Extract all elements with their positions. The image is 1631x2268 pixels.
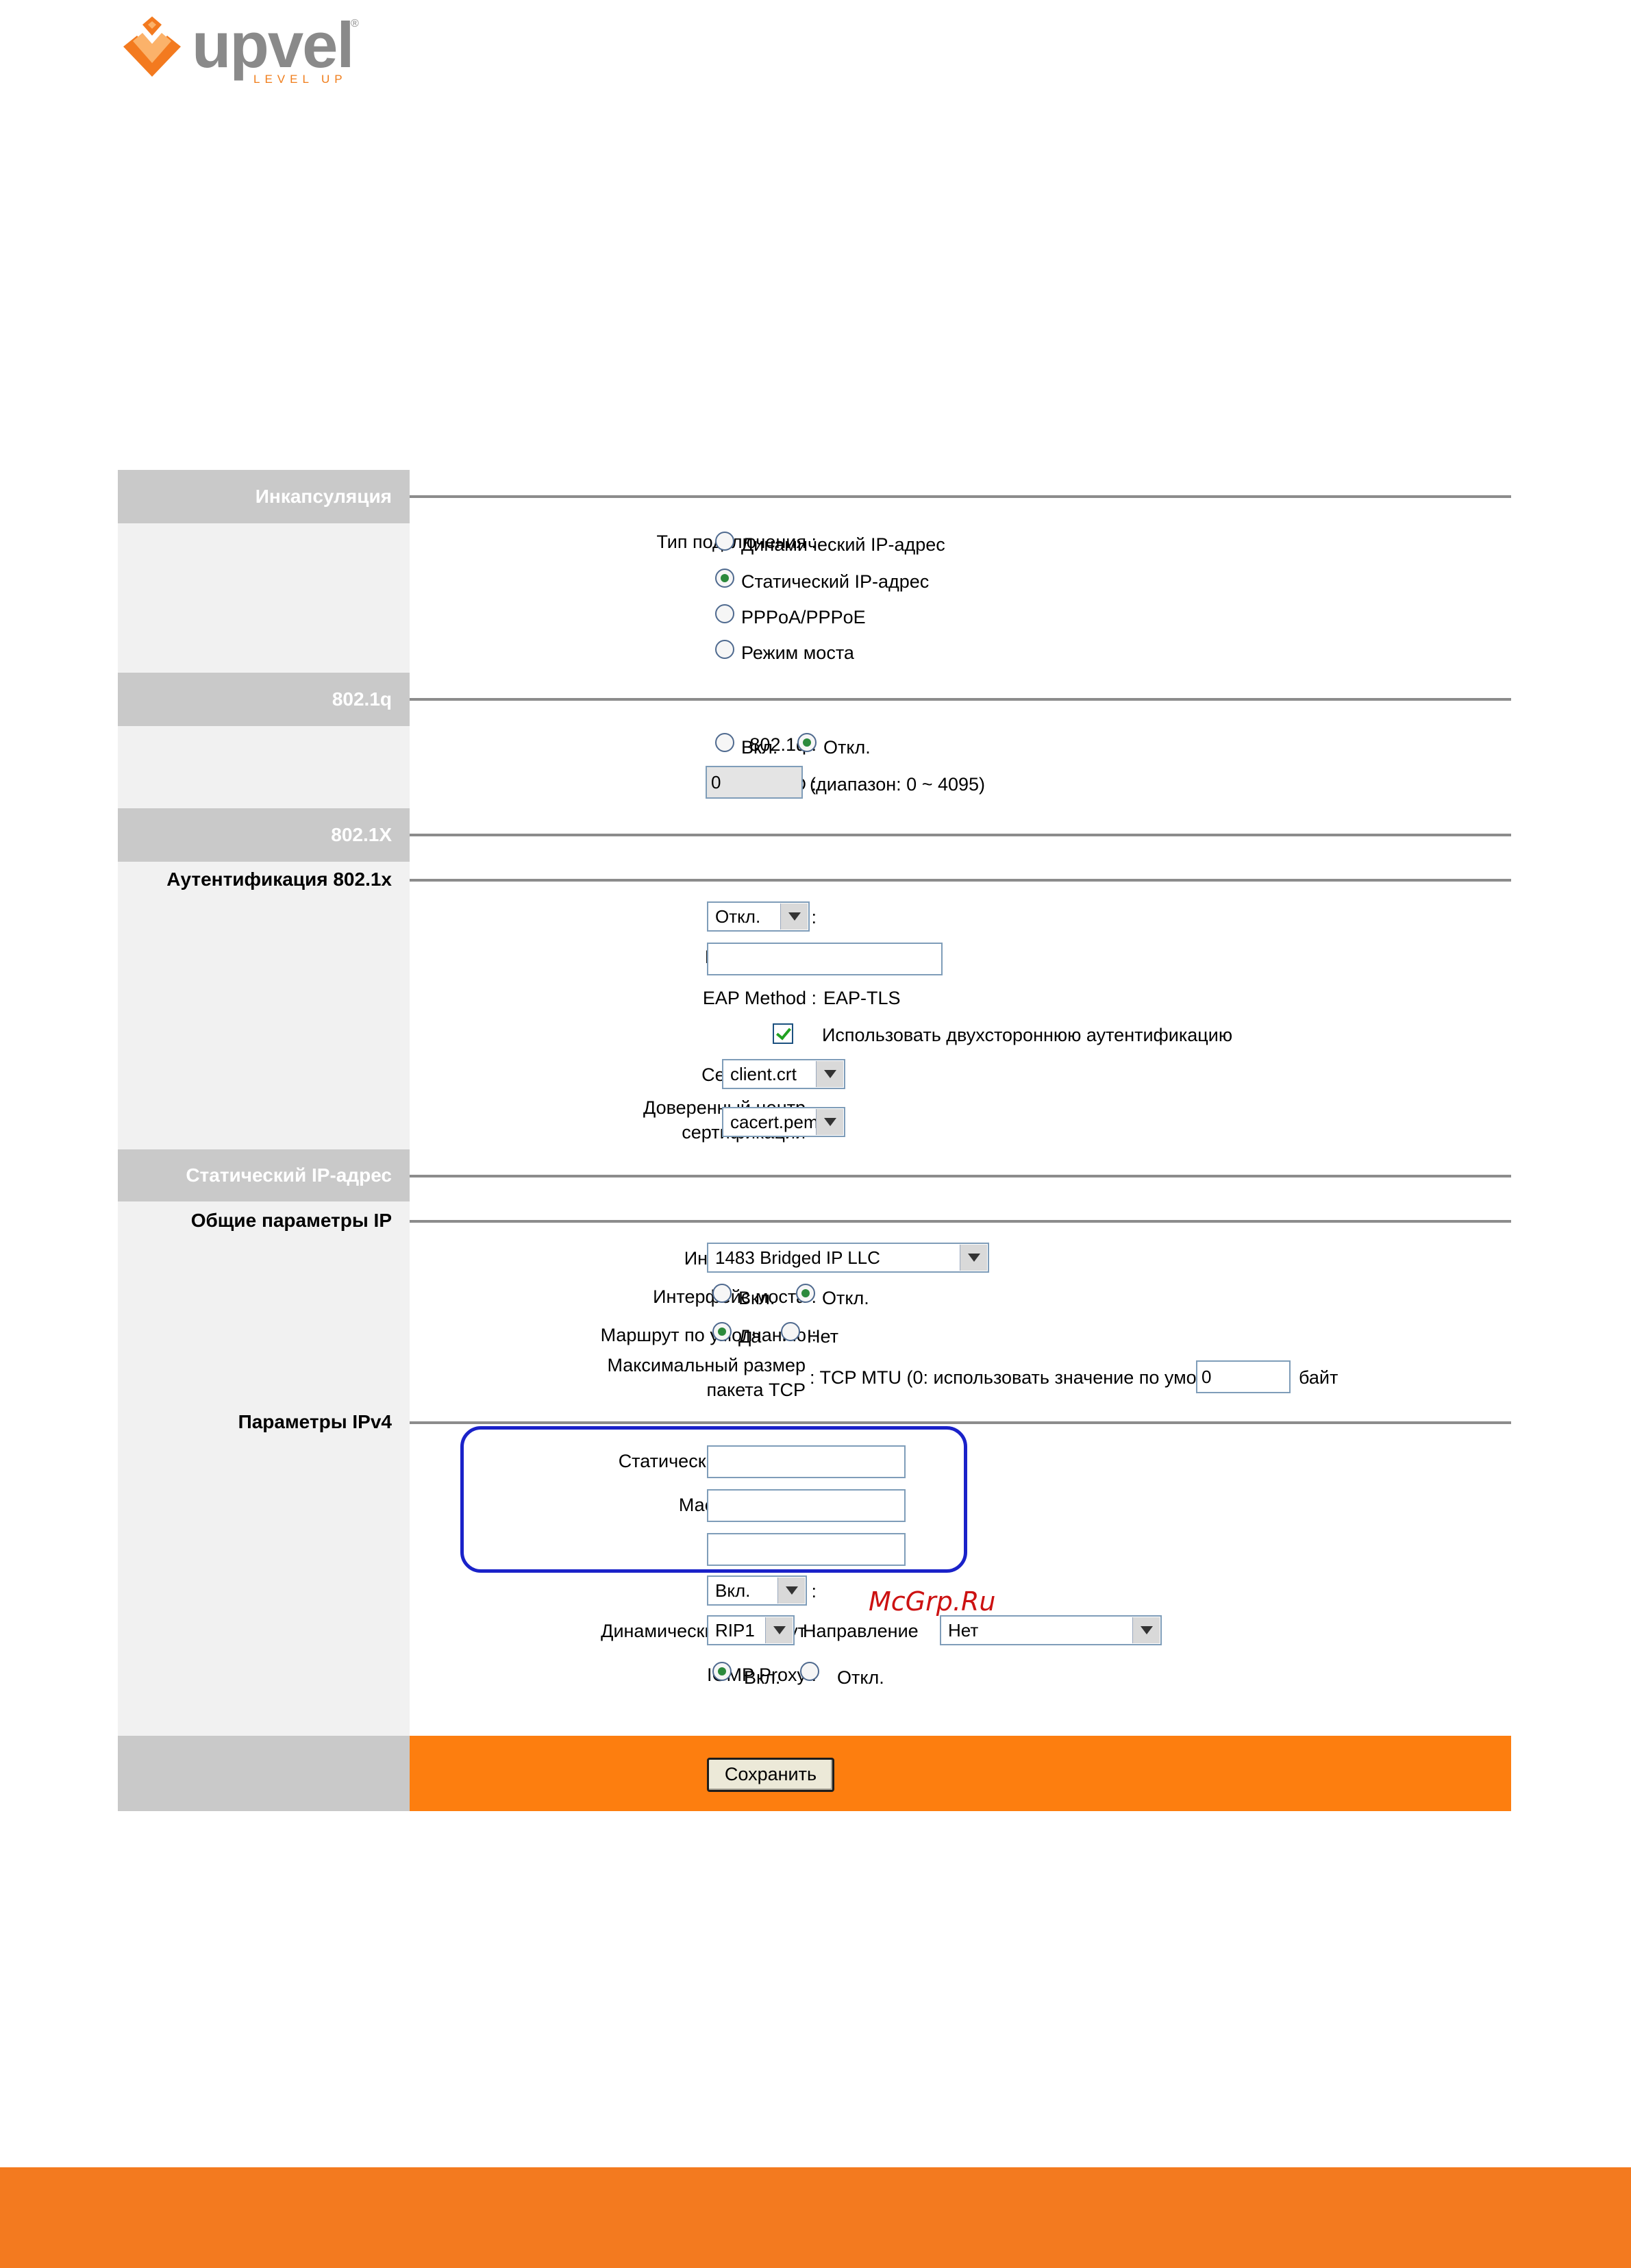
direction-select[interactable]: Нет — [940, 1615, 1162, 1645]
radio-default-route-yes[interactable] — [712, 1322, 732, 1341]
chevron-down-icon — [765, 1617, 793, 1643]
section-header-802-1q: 802.1q — [118, 673, 410, 726]
section-header-encapsulation: Инкапсуляция — [118, 470, 410, 523]
chevron-down-icon — [1132, 1617, 1160, 1643]
radio-dynamic-ip-label: Динамический IP-адрес — [741, 534, 945, 555]
eap-identity-input[interactable] — [707, 943, 943, 975]
direction-label: Направление — [803, 1621, 919, 1641]
encapsulation-select[interactable]: 1483 Bridged IP LLC — [707, 1243, 989, 1273]
subnet-mask-input[interactable] — [707, 1489, 906, 1522]
chevron-down-icon — [816, 1061, 843, 1087]
nat-select[interactable]: Вкл. — [707, 1575, 807, 1606]
mtu-label-line2: пакета TCP — [706, 1380, 806, 1400]
radio-igmp-off-label: Откл. — [837, 1667, 884, 1688]
section-header-static-ip: Статический IP-адрес — [118, 1149, 410, 1201]
logo-tagline: LEVEL UP — [253, 73, 347, 86]
radio-dot1q-on[interactable] — [715, 733, 734, 752]
mutual-auth-label: Использовать двухстороннюю аутентификаци… — [822, 1025, 1233, 1045]
certificate-select[interactable]: client.crt — [722, 1059, 845, 1089]
static-ip-input[interactable] — [707, 1445, 906, 1478]
divider — [410, 1220, 1511, 1223]
radio-dot1q-on-label: Вкл. — [741, 737, 778, 758]
upvel-logo: upvel ® LEVEL UP — [118, 9, 371, 86]
vlan-id-input[interactable]: 0 — [706, 766, 803, 799]
radio-default-route-no[interactable] — [781, 1322, 800, 1341]
chevron-down-icon — [780, 904, 808, 930]
direction-select-value: Нет — [948, 1620, 979, 1641]
subheader-authentication-802-1x: Аутентификация 802.1x — [166, 869, 392, 890]
radio-bridge-off-label: Откл. — [822, 1288, 869, 1308]
radio-dynamic-ip[interactable] — [715, 532, 734, 551]
logo-registered: ® — [351, 18, 359, 29]
chevron-down-icon — [816, 1109, 843, 1135]
divider — [410, 834, 1511, 836]
eap-method-label: EAP Method : — [702, 988, 817, 1008]
section-header-802-1x: 802.1X — [118, 808, 410, 862]
eap-method-value: EAP-TLS — [823, 988, 901, 1008]
mutual-auth-checkbox[interactable] — [773, 1023, 793, 1044]
divider — [410, 698, 1511, 701]
subheader-ipv4-params: Параметры IPv4 — [238, 1411, 392, 1432]
wan-settings-form: Инкапсуляция Тип подключения : Динамичес… — [118, 470, 1511, 1811]
divider — [410, 495, 1511, 498]
radio-igmp-on[interactable] — [712, 1662, 732, 1681]
chevron-down-icon — [777, 1578, 805, 1604]
save-button[interactable]: Сохранить — [707, 1758, 834, 1792]
page-footer-band — [0, 2167, 1631, 2268]
mtu-label-line1: Максимальный размер — [607, 1355, 806, 1375]
save-bar — [410, 1736, 1511, 1811]
logo-wordmark: upvel — [192, 9, 355, 81]
trusted-ca-select-value: cacert.pem — [730, 1112, 819, 1132]
default-route-label: Маршрут по умолчанию : — [600, 1325, 817, 1345]
chevron-down-icon — [960, 1245, 987, 1271]
trusted-ca-select[interactable]: cacert.pem — [722, 1107, 845, 1137]
radio-default-route-yes-label: Да — [738, 1326, 762, 1347]
dot1x-select[interactable]: Откл. — [707, 901, 810, 932]
upvel-chevron-icon — [123, 16, 181, 77]
radio-igmp-on-label: Вкл. — [744, 1667, 781, 1688]
mtu-unit: байт — [1299, 1367, 1339, 1388]
radio-static-ip[interactable] — [715, 569, 734, 588]
dot1x-select-value: Откл. — [715, 906, 761, 927]
radio-pppoa-pppoe[interactable] — [715, 604, 734, 623]
bottom-sidebar-block — [118, 1736, 410, 1811]
watermark: McGrp.Ru — [869, 1586, 996, 1617]
certificate-select-value: client.crt — [730, 1064, 797, 1084]
radio-bridge-mode[interactable] — [715, 640, 734, 659]
divider — [410, 879, 1511, 882]
radio-dot1q-off-label: Откл. — [823, 737, 871, 758]
form-sidebar — [118, 470, 410, 1811]
radio-bridge-mode-label: Режим моста — [741, 643, 854, 663]
encapsulation-select-value: 1483 Bridged IP LLC — [715, 1247, 880, 1268]
radio-static-ip-label: Статический IP-адрес — [741, 571, 930, 592]
gateway-input[interactable] — [707, 1533, 906, 1566]
mtu-input[interactable]: 0 — [1196, 1360, 1291, 1393]
dynamic-route-select-value: RIP1 — [715, 1620, 755, 1641]
radio-bridge-on-label: Вкл. — [738, 1288, 775, 1308]
divider — [410, 1175, 1511, 1177]
radio-bridge-off[interactable] — [796, 1284, 815, 1303]
radio-default-route-no-label: Нет — [807, 1326, 838, 1347]
radio-pppoa-pppoe-label: PPPoA/PPPoE — [741, 607, 866, 627]
radio-dot1q-off[interactable] — [797, 733, 817, 752]
radio-bridge-on[interactable] — [712, 1284, 732, 1303]
divider — [410, 1421, 1511, 1424]
nat-select-value: Вкл. — [715, 1580, 751, 1601]
vlan-id-range: (диапазон: 0 ~ 4095) — [810, 774, 986, 795]
subheader-general-ip-params: Общие параметры IP — [190, 1210, 392, 1231]
radio-igmp-off[interactable] — [800, 1662, 819, 1681]
dynamic-route-select[interactable]: RIP1 — [707, 1615, 795, 1645]
